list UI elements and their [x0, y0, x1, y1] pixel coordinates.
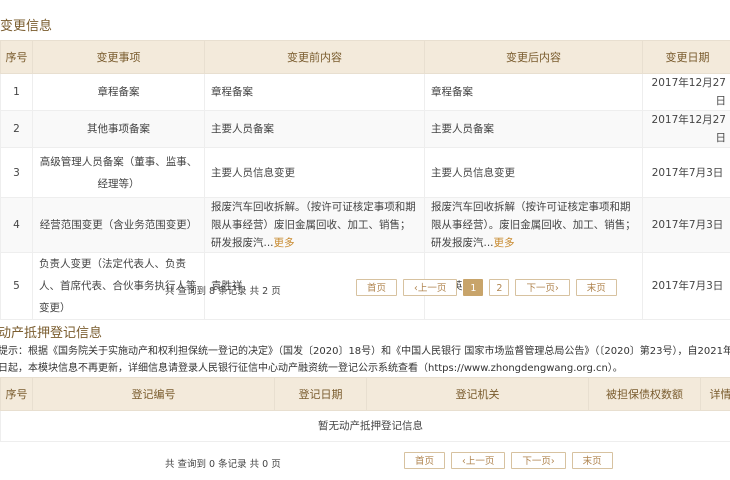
col-header-item: 变更事项: [32, 40, 205, 74]
row-no: 4: [0, 197, 33, 253]
first-page-button[interactable]: 首页: [404, 452, 446, 469]
row-before: 主要人员备案: [204, 110, 425, 148]
row-item: 其他事项备案: [32, 110, 205, 148]
col-header-secured-amount: 被担保债权数额: [588, 377, 701, 411]
first-page-button[interactable]: 首页: [356, 279, 398, 296]
row-date: 2017年7月3日: [642, 197, 730, 253]
next-page-button[interactable]: 下一页›: [515, 279, 570, 296]
change-pager: 首页 ‹上一页 1 2 下一页› 末页: [356, 279, 623, 296]
col-header-reg-date: 登记日期: [274, 377, 367, 411]
row-before: 章程备案: [204, 73, 425, 111]
change-total-text: 共 查询到 8 条记录 共 2 页: [165, 286, 281, 297]
mortgage-notice-line1: 提示：根据《国务院关于实施动产和权利担保统一登记的决定》（国发〔2020〕18号…: [0, 346, 730, 357]
row-no: 1: [0, 73, 33, 111]
row-item: 经营范围变更（含业务范围变更）: [32, 197, 205, 253]
col-header-date: 变更日期: [642, 40, 730, 74]
last-page-button[interactable]: 末页: [571, 452, 613, 469]
row-no: 3: [0, 147, 33, 198]
col-header-reg-authority: 登记机关: [366, 377, 589, 411]
table-row: 2 其他事项备案 主要人员备案 主要人员备案 2017年12月27日: [0, 110, 730, 148]
page-2-button[interactable]: 2: [489, 279, 510, 296]
row-date: 2017年12月27日: [642, 110, 730, 148]
col-header-before: 变更前内容: [204, 40, 425, 74]
table-row: 3 高级管理人员备案（董事、监事、经理等） 主要人员信息变更 主要人员信息变更 …: [0, 147, 730, 198]
col-header-no: 序号: [0, 40, 33, 74]
mortgage-section-title: 动产抵押登记信息: [0, 326, 103, 341]
mortgage-pager: 首页 ‹上一页 下一页› 末页: [404, 452, 619, 469]
mortgage-table: 序号 登记编号 登记日期 登记机关 被担保债权数额 详情 暂无动产抵押登记信息: [0, 377, 730, 442]
next-page-button[interactable]: 下一页›: [511, 452, 566, 469]
table-row: 4 经营范围变更（含业务范围变更） 报废汽车回收拆解。（按许可证核定事项和期限从…: [0, 197, 730, 253]
row-no: 2: [0, 110, 33, 148]
chevron-right-icon: ›: [550, 456, 555, 467]
empty-text: 暂无动产抵押登记信息: [0, 410, 730, 442]
page-1-button[interactable]: 1: [463, 279, 484, 296]
row-no: 5: [0, 252, 33, 320]
row-date: 2017年7月3日: [642, 147, 730, 198]
row-date: 2017年7月3日: [642, 252, 730, 320]
last-page-button[interactable]: 末页: [575, 279, 617, 296]
row-item: 高级管理人员备案（董事、监事、经理等）: [32, 147, 205, 198]
change-table: 序号 变更事项 变更前内容 变更后内容 变更日期 1 章程备案 章程备案 章程备…: [0, 40, 730, 320]
row-after: 章程备案: [424, 73, 643, 111]
row-before: 报废汽车回收拆解。（按许可证核定事项和期限从事经营）废旧金属回收、加工、销售；研…: [211, 201, 416, 249]
row-before: 主要人员信息变更: [204, 147, 425, 198]
row-date: 2017年12月27日: [642, 73, 730, 111]
row-after: 主要人员备案: [424, 110, 643, 148]
more-link[interactable]: 更多: [274, 237, 295, 249]
col-header-after: 变更后内容: [424, 40, 643, 74]
row-after: 报废汽车回收拆解（按许可证核定事项和期限从事经营）。废旧金属回收、加工、销售；研…: [431, 201, 636, 249]
change-section-title: 变更信息: [0, 19, 53, 34]
row-before-cell: 报废汽车回收拆解。（按许可证核定事项和期限从事经营）废旧金属回收、加工、销售；研…: [204, 197, 425, 253]
chevron-right-icon: ›: [554, 283, 559, 294]
prev-page-button[interactable]: ‹上一页: [403, 279, 458, 296]
row-after-cell: 报废汽车回收拆解（按许可证核定事项和期限从事经营）。废旧金属回收、加工、销售；研…: [424, 197, 643, 253]
prev-page-button[interactable]: ‹上一页: [451, 452, 506, 469]
empty-row: 暂无动产抵押登记信息: [0, 410, 730, 442]
table-row: 1 章程备案 章程备案 章程备案 2017年12月27日: [0, 73, 730, 111]
col-header-no: 序号: [0, 377, 33, 411]
col-header-detail: 详情: [700, 377, 730, 411]
row-after: 主要人员信息变更: [424, 147, 643, 198]
more-link[interactable]: 更多: [494, 237, 515, 249]
mortgage-total-text: 共 查询到 0 条记录 共 0 页: [165, 459, 281, 470]
mortgage-notice-line2: 日起，本模块信息不再更新，详细信息请登录人民银行征信中心动产融资统一登记公示系统…: [0, 363, 623, 374]
row-item: 章程备案: [32, 73, 205, 111]
col-header-reg-no: 登记编号: [32, 377, 275, 411]
